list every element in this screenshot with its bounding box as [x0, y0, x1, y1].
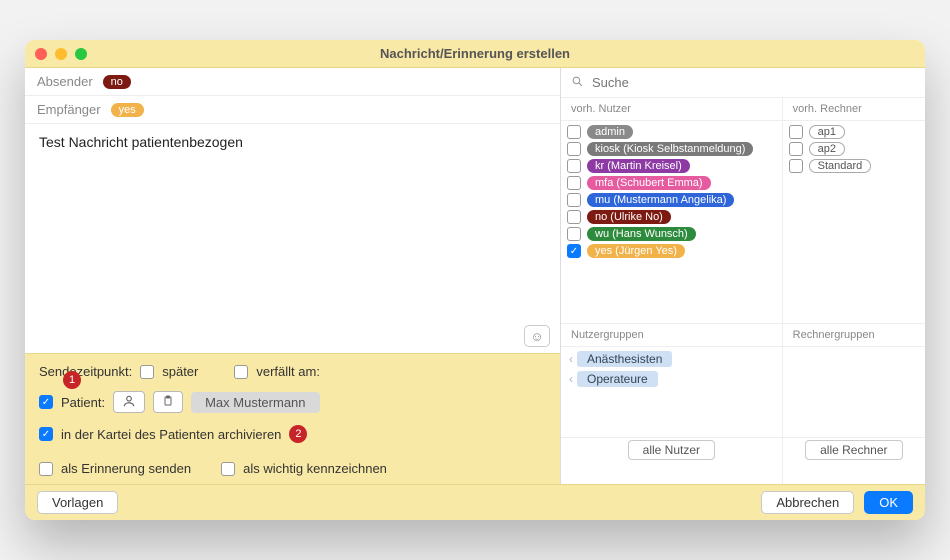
- user-group-item[interactable]: ‹ Anästhesisten: [569, 351, 774, 367]
- machine-groups-list: [783, 347, 925, 437]
- user-pill: admin: [587, 125, 633, 139]
- search-icon: [571, 75, 584, 91]
- user-row[interactable]: admin: [567, 125, 776, 139]
- user-group-item[interactable]: ‹ Operateure: [569, 371, 774, 387]
- user-checkbox[interactable]: [567, 193, 581, 207]
- group-pill: Anästhesisten: [577, 351, 672, 367]
- machine-checkbox[interactable]: [789, 159, 803, 173]
- user-pill: mu (Mustermann Angelika): [587, 193, 734, 207]
- user-checkbox[interactable]: [567, 176, 581, 190]
- marker-1: 1: [63, 371, 81, 389]
- all-machines-button[interactable]: alle Rechner: [805, 440, 902, 460]
- machine-row[interactable]: ap1: [789, 125, 919, 139]
- users-list: admin kiosk (Kiosk Selbstanmeldung) kr (Ma…: [561, 121, 782, 323]
- machine-row[interactable]: ap2: [789, 142, 919, 156]
- person-icon: [122, 394, 136, 411]
- footer: Vorlagen Abbrechen OK: [25, 484, 925, 520]
- expires-label: verfällt am:: [256, 364, 320, 379]
- reminder-checkbox[interactable]: [39, 462, 53, 476]
- machines-list: ap1 ap2 Standard: [783, 121, 925, 323]
- machine-checkbox[interactable]: [789, 125, 803, 139]
- recipient-pill: yes: [111, 103, 144, 117]
- sender-label: Absender: [37, 74, 93, 89]
- important-checkbox[interactable]: [221, 462, 235, 476]
- all-users-button[interactable]: alle Nutzer: [628, 440, 715, 460]
- user-checkbox[interactable]: [567, 210, 581, 224]
- templates-button[interactable]: Vorlagen: [37, 491, 118, 514]
- patient-label: Patient:: [61, 395, 105, 410]
- user-row[interactable]: mu (Mustermann Angelika): [567, 193, 776, 207]
- user-checkbox[interactable]: ✓: [567, 244, 581, 258]
- archive-checkbox[interactable]: ✓: [39, 427, 53, 441]
- sender-row: Absender no: [25, 68, 560, 96]
- user-pill: kiosk (Kiosk Selbstanmeldung): [587, 142, 753, 156]
- user-pill: mfa (Schubert Emma): [587, 176, 711, 190]
- machine-row[interactable]: Standard: [789, 159, 919, 173]
- sendtime-label: Sendezeitpunkt:: [39, 364, 132, 379]
- user-checkbox[interactable]: [567, 125, 581, 139]
- ok-button[interactable]: OK: [864, 491, 913, 514]
- zoom-window-button[interactable]: [75, 48, 87, 60]
- machine-checkbox[interactable]: [789, 142, 803, 156]
- search-input[interactable]: [590, 74, 915, 91]
- user-pill: kr (Martin Kreisel): [587, 159, 690, 173]
- expires-checkbox[interactable]: [234, 365, 248, 379]
- later-checkbox[interactable]: [140, 365, 154, 379]
- machines-header: vorh. Rechner: [783, 98, 925, 121]
- chevron-left-icon: ‹: [569, 352, 573, 366]
- window-title: Nachricht/Erinnerung erstellen: [380, 46, 570, 61]
- user-pill: no (Ulrike No): [587, 210, 671, 224]
- user-groups-header: Nutzergruppen: [561, 324, 782, 347]
- user-row[interactable]: kiosk (Kiosk Selbstanmeldung): [567, 142, 776, 156]
- user-checkbox[interactable]: [567, 227, 581, 241]
- user-row[interactable]: wu (Hans Wunsch): [567, 227, 776, 241]
- user-row[interactable]: mfa (Schubert Emma): [567, 176, 776, 190]
- machine-pill: Standard: [809, 159, 872, 173]
- machine-pill: ap1: [809, 125, 845, 139]
- emoji-button[interactable]: ☺: [524, 325, 550, 347]
- user-pill: yes (Jürgen Yes): [587, 244, 685, 258]
- emoji-icon: ☺: [530, 329, 543, 344]
- user-checkbox[interactable]: [567, 159, 581, 173]
- patient-name: Max Mustermann: [191, 392, 319, 413]
- machine-pill: ap2: [809, 142, 845, 156]
- later-label: später: [162, 364, 198, 379]
- user-checkbox[interactable]: [567, 142, 581, 156]
- search-row: [561, 68, 925, 98]
- clipboard-icon: [162, 394, 174, 411]
- sender-pill: no: [103, 75, 131, 89]
- cancel-button[interactable]: Abbrechen: [761, 491, 854, 514]
- user-row[interactable]: no (Ulrike No): [567, 210, 776, 224]
- close-window-button[interactable]: [35, 48, 47, 60]
- user-row[interactable]: kr (Martin Kreisel): [567, 159, 776, 173]
- recipient-label: Empfänger: [37, 102, 101, 117]
- users-header: vorh. Nutzer: [561, 98, 782, 121]
- user-groups-list: ‹ Anästhesisten ‹ Operateure: [561, 347, 782, 437]
- reminder-label: als Erinnerung senden: [61, 461, 191, 476]
- chevron-left-icon: ‹: [569, 372, 573, 386]
- patient-clipboard-button[interactable]: [153, 391, 183, 413]
- marker-2: 2: [289, 425, 307, 443]
- user-pill: wu (Hans Wunsch): [587, 227, 696, 241]
- machine-groups-header: Rechnergruppen: [783, 324, 925, 347]
- archive-label: in der Kartei des Patienten archivieren: [61, 427, 281, 442]
- options-panel: Sendezeitpunkt: später verfällt am: 1 ✓ …: [25, 353, 560, 484]
- user-row[interactable]: ✓ yes (Jürgen Yes): [567, 244, 776, 258]
- important-label: als wichtig kennzeichnen: [243, 461, 387, 476]
- patient-checkbox[interactable]: ✓: [39, 395, 53, 409]
- recipient-row: Empfänger yes: [25, 96, 560, 124]
- message-text: Test Nachricht patientenbezogen: [39, 134, 546, 150]
- patient-person-button[interactable]: [113, 391, 145, 413]
- minimize-window-button[interactable]: [55, 48, 67, 60]
- titlebar: Nachricht/Erinnerung erstellen: [25, 40, 925, 68]
- message-area[interactable]: Test Nachricht patientenbezogen ☺: [25, 124, 560, 353]
- group-pill: Operateure: [577, 371, 658, 387]
